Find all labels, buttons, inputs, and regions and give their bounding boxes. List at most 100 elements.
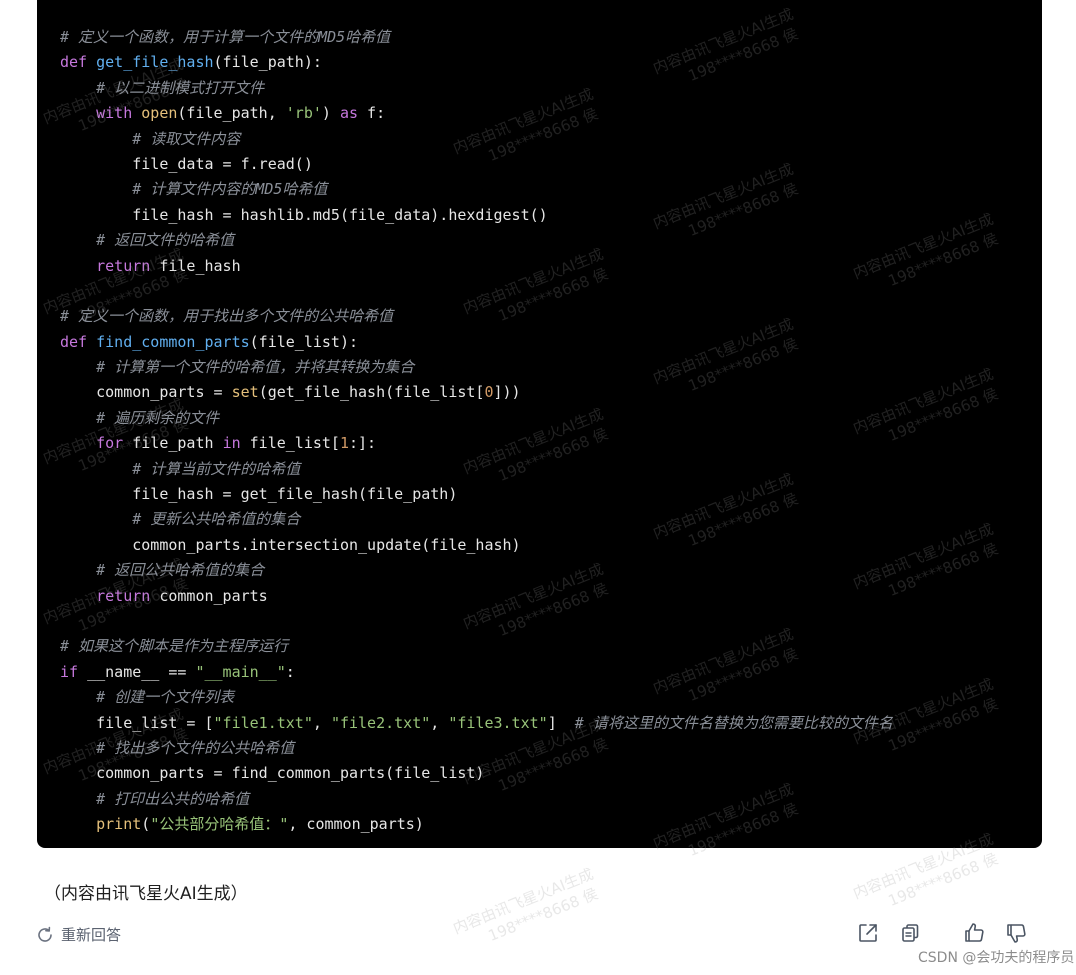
- code-line: # 定义一个函数，用于计算一个文件的MD5哈希值: [37, 25, 1042, 50]
- code-line: # 定义一个函数，用于找出多个文件的公共哈希值: [37, 304, 1042, 329]
- code-token: "file2.txt": [330, 713, 431, 732]
- thumbs-up-icon: [962, 921, 986, 949]
- code-line: # 如果这个脚本是作为主程序运行: [37, 634, 1042, 659]
- code-token: file_list[: [240, 434, 340, 453]
- regenerate-button[interactable]: 重新回答: [35, 924, 121, 945]
- dislike-button[interactable]: [1003, 922, 1029, 948]
- code-line: # 计算当前文件的哈希值: [37, 457, 1042, 482]
- code-line: file_list = ["file1.txt", "file2.txt", "…: [37, 711, 1042, 736]
- code-token: # 遍历剩余的文件: [96, 408, 220, 427]
- code-token: get_file_hash: [96, 53, 214, 72]
- code-token: def: [60, 332, 88, 351]
- code-line: # 更新公共哈希值的集合: [37, 507, 1042, 532]
- code-token: file_hash = get_file_hash(file_path): [60, 485, 458, 504]
- code-line: def get_file_hash(file_path):: [37, 50, 1042, 75]
- code-line: common_parts = find_common_parts(file_li…: [37, 761, 1042, 786]
- code-line: file_hash = hashlib.md5(file_data).hexdi…: [37, 203, 1042, 228]
- code-token: # 创建一个文件列表: [96, 688, 235, 707]
- code-token: file_hash = hashlib.md5(file_data).hexdi…: [60, 205, 548, 224]
- code-line: # 打印出公共的哈希值: [37, 787, 1042, 812]
- refresh-icon: [35, 925, 55, 945]
- code-token: # 计算当前文件的哈希值: [132, 459, 301, 478]
- regenerate-label: 重新回答: [61, 926, 122, 944]
- code-token: ]: [547, 713, 575, 732]
- code-token: # 计算文件内容的MD5哈希值: [132, 180, 328, 199]
- copy-button[interactable]: [897, 922, 923, 948]
- code-line: for file_path in file_list[1:]:: [37, 431, 1042, 456]
- copy-icon: [898, 921, 922, 949]
- watermark-line: 198****8668 侯: [485, 884, 601, 945]
- code-line: return common_parts: [37, 584, 1042, 609]
- code-token: in: [222, 434, 241, 453]
- code-line: if __name__ == "__main__":: [37, 660, 1042, 685]
- code-token: # 更新公共哈希值的集合: [132, 510, 301, 529]
- code-line: # 以二进制模式打开文件: [37, 76, 1042, 101]
- code-line: file_data = f.read(): [37, 152, 1042, 177]
- code-line: # 计算文件内容的MD5哈希值: [37, 177, 1042, 202]
- code-token: :: [285, 662, 295, 681]
- code-token: # 返回公共哈希值的集合: [96, 561, 265, 580]
- code-line: # 创建一个文件列表: [37, 685, 1042, 710]
- code-token: return: [96, 256, 151, 275]
- code-token: "__main__": [195, 662, 286, 681]
- watermark-line: 内容由讯飞星火AI生成: [450, 864, 596, 938]
- code-line: print("公共部分哈希值：", common_parts): [37, 812, 1042, 837]
- like-button[interactable]: [961, 922, 987, 948]
- chat-answer-page: # 定义一个函数，用于计算一个文件的MD5哈希值 def get_file_has…: [0, 0, 1076, 975]
- code-token: def: [60, 53, 88, 72]
- code-token: 0: [484, 383, 494, 402]
- code-line: # 遍历剩余的文件: [37, 406, 1042, 431]
- code-token: "公共部分哈希值：": [150, 815, 289, 834]
- code-token: for: [96, 434, 124, 453]
- code-token: common_parts = find_common_parts(file_li…: [60, 764, 485, 783]
- code-token: # 以二进制模式打开文件: [96, 78, 265, 97]
- code-line: return file_hash: [37, 254, 1042, 279]
- code-token: file_data = f.read(): [60, 154, 313, 173]
- code-token: 'rb': [285, 104, 322, 123]
- share-button[interactable]: [855, 922, 881, 948]
- code-token: (file_path):: [213, 53, 322, 72]
- code-token: ,: [430, 713, 449, 732]
- code-token: "file1.txt": [213, 713, 313, 732]
- code-token: if: [60, 662, 79, 681]
- code-token: find_common_parts: [96, 332, 250, 351]
- code-token: # 定义一个函数，用于计算一个文件的MD5哈希值: [60, 28, 391, 46]
- code-token: 1: [339, 434, 349, 453]
- watermark-text: 内容由讯飞星火AI生成 198****8668 侯: [450, 864, 604, 957]
- code-token: as: [339, 104, 359, 123]
- code-token: set: [231, 383, 259, 402]
- thumbs-down-icon: [1004, 921, 1028, 949]
- code-line: # 读取文件内容: [37, 127, 1042, 152]
- code-token: # 打印出公共的哈希值: [96, 789, 250, 808]
- code-token: print: [96, 815, 142, 834]
- code-token: # 如果这个脚本是作为主程序运行: [60, 637, 289, 656]
- code-token: # 计算第一个文件的哈希值，并将其转换为集合: [96, 358, 415, 377]
- code-token: f:: [358, 104, 386, 123]
- code-token: open: [141, 104, 178, 123]
- code-line: with open(file_path, 'rb') as f:: [37, 101, 1042, 126]
- code-token: (file_list):: [249, 332, 359, 351]
- code-token: , common_parts): [288, 815, 424, 834]
- code-line: # 计算第一个文件的哈希值，并将其转换为集合: [37, 355, 1042, 380]
- code-line: # 返回文件的哈希值: [37, 228, 1042, 253]
- code-block: # 定义一个函数，用于计算一个文件的MD5哈希值 def get_file_has…: [37, 0, 1042, 848]
